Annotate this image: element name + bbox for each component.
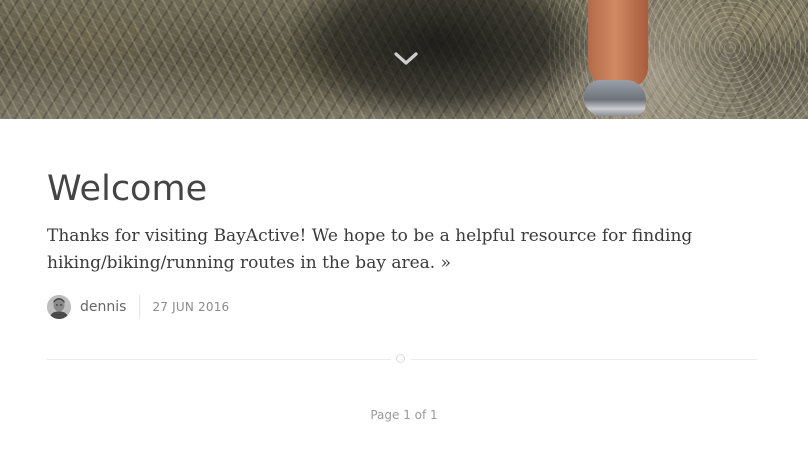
pagination: Page 1 of 1 xyxy=(0,408,808,422)
hero-runner-leg xyxy=(588,0,648,88)
post-divider-left xyxy=(47,359,391,360)
post-excerpt-text: Thanks for visiting BayActive! We hope t… xyxy=(47,226,693,273)
author-avatar[interactable] xyxy=(47,295,71,319)
pagination-status: Page 1 of 1 xyxy=(370,408,438,422)
post-meta: dennis 27 JUN 2016 xyxy=(47,294,229,320)
hero-runner-shadow xyxy=(290,0,590,119)
chevron-down-icon xyxy=(394,52,418,65)
scroll-down-button[interactable] xyxy=(394,50,418,68)
post-date: 27 JUN 2016 xyxy=(152,300,230,314)
hero-banner xyxy=(0,0,808,119)
read-more-link[interactable]: » xyxy=(441,253,451,273)
post-title[interactable]: Welcome xyxy=(47,166,207,212)
avatar-portrait-icon xyxy=(47,295,71,319)
post-divider-right xyxy=(411,359,757,360)
hero-runner-shoe xyxy=(584,80,646,116)
post-divider-dot-icon xyxy=(396,354,405,363)
author-name-link[interactable]: dennis xyxy=(80,299,126,315)
post-excerpt: Thanks for visiting BayActive! We hope t… xyxy=(47,223,737,277)
meta-divider xyxy=(139,295,141,319)
